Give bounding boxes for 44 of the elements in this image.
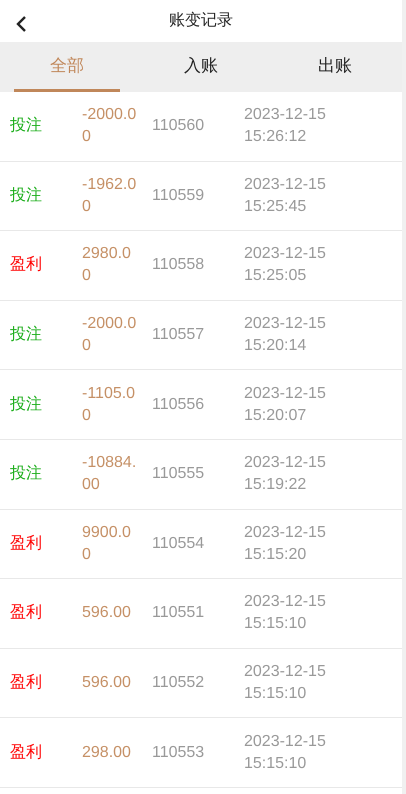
record-type: 投注 bbox=[10, 396, 42, 413]
record-type: 投注 bbox=[10, 186, 42, 204]
record-amount: 2980.00 bbox=[82, 244, 132, 286]
record-amount: -2000.00 bbox=[82, 105, 137, 148]
back-icon bbox=[15, 14, 27, 33]
record-amount: 596.00 bbox=[82, 603, 132, 624]
record-time: 2023-12-15 15:15:10 bbox=[244, 662, 327, 704]
record-time: 2023-12-15 15:25:05 bbox=[244, 244, 327, 286]
record-amount: -1962.00 bbox=[82, 174, 137, 217]
record-id: 110556 bbox=[152, 396, 204, 413]
record-type: 盈利 bbox=[10, 256, 42, 274]
record-id: 110552 bbox=[152, 674, 204, 692]
record-time: 2023-12-15 15:15:20 bbox=[244, 522, 327, 565]
record-id: 110554 bbox=[152, 534, 204, 552]
record-amount: 9900.00 bbox=[82, 522, 132, 565]
record-id: 110557 bbox=[152, 326, 204, 344]
record-type: 盈利 bbox=[10, 744, 42, 761]
tab[interactable]: 出账 bbox=[282, 42, 388, 92]
record-time: 2023-12-15 15:19:22 bbox=[244, 453, 327, 496]
record-time: 2023-12-15 15:25:45 bbox=[244, 174, 327, 217]
record-time: 2023-12-15 15:20:07 bbox=[244, 384, 327, 426]
record-id: 110559 bbox=[152, 186, 204, 204]
record-type: 盈利 bbox=[10, 534, 42, 552]
record-time: 2023-12-15 15:15:10 bbox=[244, 732, 327, 774]
record-type: 盈利 bbox=[10, 674, 42, 692]
record-id: 110555 bbox=[152, 465, 204, 482]
record-type: 投注 bbox=[10, 326, 42, 344]
record-amount: -2000.00 bbox=[82, 314, 137, 356]
record-type: 投注 bbox=[10, 117, 42, 134]
record-id: 110551 bbox=[152, 604, 204, 622]
record-id: 110558 bbox=[152, 256, 204, 274]
record-type: 盈利 bbox=[10, 604, 42, 622]
record-amount: 298.00 bbox=[82, 742, 132, 763]
page-title: 账变记录 bbox=[169, 10, 233, 31]
record-id: 110553 bbox=[152, 744, 204, 761]
record-amount: -1105.00 bbox=[82, 384, 136, 426]
record-time: 2023-12-15 15:15:10 bbox=[244, 592, 327, 634]
tab[interactable]: 入账 bbox=[148, 42, 254, 92]
record-id: 110560 bbox=[152, 117, 204, 134]
record-amount: 596.00 bbox=[82, 673, 132, 694]
record-time: 2023-12-15 15:26:12 bbox=[244, 105, 327, 148]
record-amount: -10884.00 bbox=[82, 453, 137, 496]
record-type: 投注 bbox=[10, 465, 42, 482]
record-time: 2023-12-15 15:20:14 bbox=[244, 314, 327, 356]
